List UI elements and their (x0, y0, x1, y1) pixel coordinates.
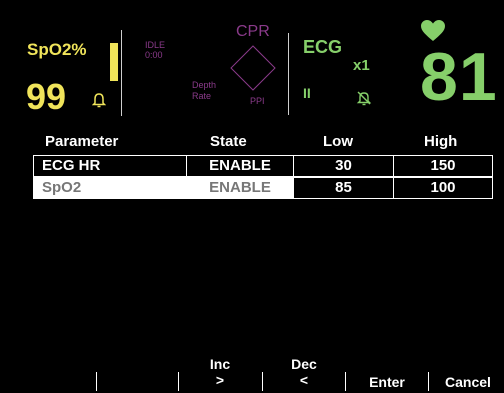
bell-icon (92, 93, 106, 108)
heart-rate-value: 81 (420, 39, 498, 115)
row-high[interactable]: 150 (393, 155, 493, 177)
cancel-label: Cancel (445, 374, 491, 390)
softkey-separator (96, 372, 97, 391)
row-low[interactable]: 85 (293, 177, 394, 199)
cpr-label: CPR (236, 23, 270, 40)
column-header-high: High (424, 133, 458, 150)
row-state[interactable]: ENABLE (186, 155, 294, 177)
idle-status: IDLE 0:00 (145, 40, 165, 60)
idle-time: 0:00 (145, 50, 163, 60)
enter-softkey[interactable]: Enter (347, 358, 427, 390)
row-low[interactable]: 30 (293, 155, 394, 177)
inc-softkey[interactable]: Inc > (180, 356, 260, 388)
softkey-separator (428, 372, 429, 391)
spo2-signal-bar (110, 43, 118, 81)
spo2-label: SpO2% (27, 40, 87, 59)
idle-label: IDLE (145, 40, 166, 50)
inc-label: Inc (209, 356, 231, 372)
row-parameter: SpO2 (33, 177, 187, 199)
column-header-state: State (210, 133, 247, 150)
dec-softkey[interactable]: Dec < (264, 356, 344, 388)
softkey-separator (345, 372, 346, 391)
diamond-icon (230, 45, 276, 91)
ecg-lead: II (303, 85, 311, 101)
cpr-ppi-label: PPI (250, 96, 265, 106)
cpr-depth-label: Depth (192, 80, 217, 90)
ecg-label: ECG (303, 37, 343, 57)
row-high[interactable]: 100 (393, 177, 493, 199)
alarm-off-icon (356, 91, 372, 106)
cancel-line1 (432, 358, 504, 374)
spo2-value: 99 (26, 76, 67, 117)
dec-arrow: < (299, 372, 309, 388)
inc-arrow: > (215, 372, 225, 388)
row-state[interactable]: ENABLE (186, 177, 294, 199)
header-divider (121, 30, 122, 116)
softkey-separator (178, 372, 179, 391)
softkey-separator (262, 372, 263, 391)
cancel-softkey[interactable]: Cancel (432, 358, 504, 390)
column-header-parameter: Parameter (45, 133, 119, 150)
ecg-gain: x1 (353, 57, 370, 74)
column-header-low: Low (323, 133, 353, 150)
enter-label: Enter (369, 374, 405, 390)
dec-label: Dec (291, 356, 317, 372)
cpr-rate-label: Rate (192, 91, 212, 101)
header-divider (288, 33, 289, 115)
enter-line1 (347, 358, 427, 374)
cpr-depth-rate: Depth Rate (192, 80, 216, 102)
row-parameter: ECG HR (33, 155, 187, 177)
